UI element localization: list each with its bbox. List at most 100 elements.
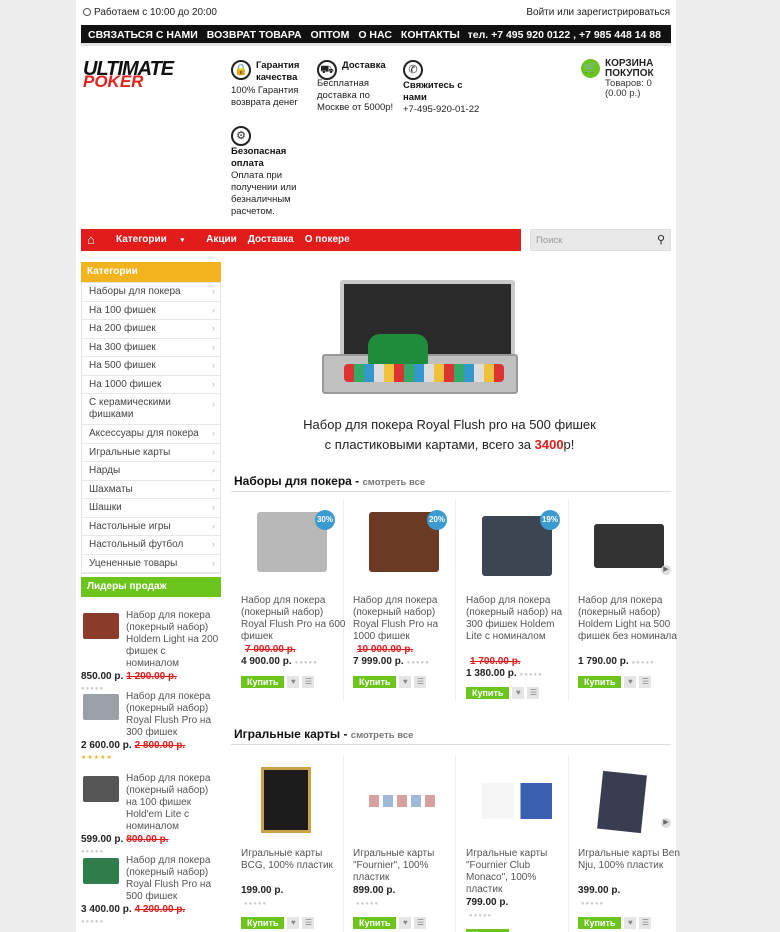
carousel-next-icon[interactable]: ▶ [661,818,671,828]
category-list: Наборы для покера › На 100 фишек › На 200 … [81,282,221,574]
category-item[interactable]: Аксессуары для покера › [82,425,220,444]
bestseller-item[interactable]: Набор для покера (покерный набор) на 100… [81,773,221,858]
product-card[interactable]: 20% Набор для покера (покерный набор) Ro… [349,500,461,700]
compare-chart-icon[interactable]: ☰ [527,687,540,699]
compare-chart-icon[interactable]: ☰ [302,676,315,688]
search-icon[interactable]: ⚲ [657,233,665,246]
category-item[interactable]: На 1000 фишек › [82,376,220,394]
header-phones: тел. +7 495 920 0122 , +7 985 448 14 88 [467,29,661,41]
category-item[interactable]: На 500 фишек › [82,357,220,376]
old-price: 10 000.00 р. [357,644,414,655]
product-name[interactable]: Игральные карты BCG, 100% пластик [241,848,347,872]
menu-about-poker[interactable]: О покере [305,234,350,245]
view-all-link[interactable]: смотреть все [363,477,426,488]
carousel-next-icon[interactable]: ▶ [661,565,671,575]
product-name[interactable]: Набор для покера (покерный набор) на 300… [466,595,572,643]
product-card[interactable]: Игральные карты BCG, 100% пластик 199.00… [237,755,349,932]
compare-chart-icon[interactable]: ☰ [302,917,315,929]
category-item[interactable]: На 100 фишек › [82,302,220,320]
working-hours: Работаем с 10:00 до 20:00 [83,7,217,18]
login-link[interactable]: Войти или зарегистрироваться [526,7,670,18]
promo-banner[interactable]: Набор для покера Royal Flush pro на 500 … [228,262,671,458]
product-card[interactable]: Игральные карты "Fournier Club Monaco", … [462,755,574,932]
wishlist-heart-icon[interactable]: ♥ [624,917,637,929]
compare-chart-icon[interactable]: ☰ [639,917,652,929]
banner-line1: Набор для покера Royal Flush pro на 500 … [303,417,596,432]
phone-icon: ✆ [403,60,423,80]
product-name[interactable]: Набор для покера (покерный набор) Holdem… [578,595,684,643]
product-image [597,770,647,834]
category-item[interactable]: На 300 фишек › [82,339,220,357]
buy-button[interactable]: Купить [578,917,622,929]
product-card[interactable]: Набор для покера (покерный набор) Holdem… [574,500,686,700]
product-name[interactable]: Набор для покера (покерный набор) Royal … [241,595,347,643]
bestseller-item[interactable]: Набор для покера (покерный набор) Royal … [81,855,221,928]
category-item[interactable]: Нарды › [82,462,220,481]
category-item[interactable]: Наборы для покера › [82,283,220,302]
nav-returns[interactable]: ВОЗВРАТ ТОВАРА [207,29,302,41]
menu-promos[interactable]: Акции [206,234,237,245]
category-item[interactable]: Уцененные товары › [82,555,220,573]
buy-button[interactable]: Купить [241,676,285,688]
product-card[interactable]: Игральные карты Ben Nju, 100% пластик 39… [574,755,686,932]
feature-contact: ✆ Свяжитесь с нами +7-495-920-01-22 [403,60,487,116]
poker-case-image [320,272,520,394]
compare-chart-icon[interactable]: ☰ [414,676,427,688]
feature-text: Оплата при получении или безналичным рас… [231,170,297,217]
rating-stars: ●●●●● [81,919,105,925]
product-image [369,795,439,807]
category-item[interactable]: Настольный футбол › [82,536,220,555]
bestseller-price: 850.00 р. 1 200.00 р. [81,671,177,682]
product-image [594,524,664,568]
bestseller-item[interactable]: Набор для покера (покерный набор) Holdem… [81,610,221,695]
feature-text: 100% Гарантия возврата денег [231,85,299,108]
buy-button[interactable]: Купить [466,687,510,699]
wishlist-heart-icon[interactable]: ♥ [399,917,412,929]
buy-button[interactable]: Купить [241,917,285,929]
category-item[interactable]: Игральные карты › [82,444,220,462]
product-name[interactable]: Игральные карты "Fournier Club Monaco", … [466,848,572,896]
discount-badge: 30% [315,510,335,530]
search-box[interactable]: Поиск ⚲ [530,229,671,251]
menu-delivery[interactable]: Доставка [248,234,294,245]
compare-chart-icon[interactable]: ☰ [639,676,652,688]
product-name[interactable]: Игральные карты "Fournier", 100% пластик [353,848,459,884]
menu-categories[interactable]: Категории ▾ [116,234,195,245]
product-card[interactable]: Игральные карты "Fournier", 100% пластик… [349,755,461,932]
home-icon[interactable]: ⌂ [87,233,101,247]
nav-about[interactable]: О НАС [358,29,392,41]
nav-contact[interactable]: СВЯЗАТЬСЯ С НАМИ [88,29,198,41]
category-item[interactable]: Шашки › [82,499,220,518]
nav-wholesale[interactable]: ОПТОМ [311,29,350,41]
feature-title: Доставка [342,60,386,71]
product-card[interactable]: 30% Набор для покера (покерный набор) Ro… [237,500,349,700]
wishlist-heart-icon[interactable]: ♥ [624,676,637,688]
wishlist-heart-icon[interactable]: ♥ [399,676,412,688]
section-title-poker-sets: Наборы для покера - смотреть все [234,474,426,488]
buy-button[interactable]: Купить [353,917,397,929]
nav-contacts[interactable]: КОНТАКТЫ [401,29,460,41]
product-price: 399.00 р. [578,885,621,896]
product-card[interactable]: 19% Набор для покера (покерный набор) на… [462,500,574,700]
wishlist-heart-icon[interactable]: ♥ [512,687,525,699]
buy-button[interactable]: Купить [353,676,397,688]
buy-button[interactable]: Купить [578,676,622,688]
product-price: 899.00 р. [353,885,396,896]
discount-badge: 19% [540,510,560,530]
feature-delivery: ⛟ Доставка Бесплатная доставка по Москве… [317,60,399,114]
site-logo[interactable]: ULTIMATE POKER [83,58,215,92]
bestseller-item[interactable]: Набор для покера (покерный набор) Royal … [81,691,221,764]
product-name[interactable]: Игральные карты Ben Nju, 100% пластик [578,848,684,872]
category-item[interactable]: С керамическими фишками › [82,394,220,425]
category-item[interactable]: Шахматы › [82,481,220,499]
compare-chart-icon[interactable]: ☰ [414,917,427,929]
wishlist-heart-icon[interactable]: ♥ [287,917,300,929]
product-name[interactable]: Набор для покера (покерный набор) Royal … [353,595,459,643]
category-item[interactable]: На 200 фишек › [82,320,220,339]
bestseller-price: 3 400.00 р. 4 200.00 р. [81,904,186,915]
view-all-link[interactable]: смотреть все [351,730,414,741]
category-item[interactable]: Настольные игры › [82,518,220,536]
search-input[interactable]: Поиск [536,235,562,246]
wishlist-heart-icon[interactable]: ♥ [287,676,300,688]
secure-payment-icon: ⚙ [231,126,251,146]
